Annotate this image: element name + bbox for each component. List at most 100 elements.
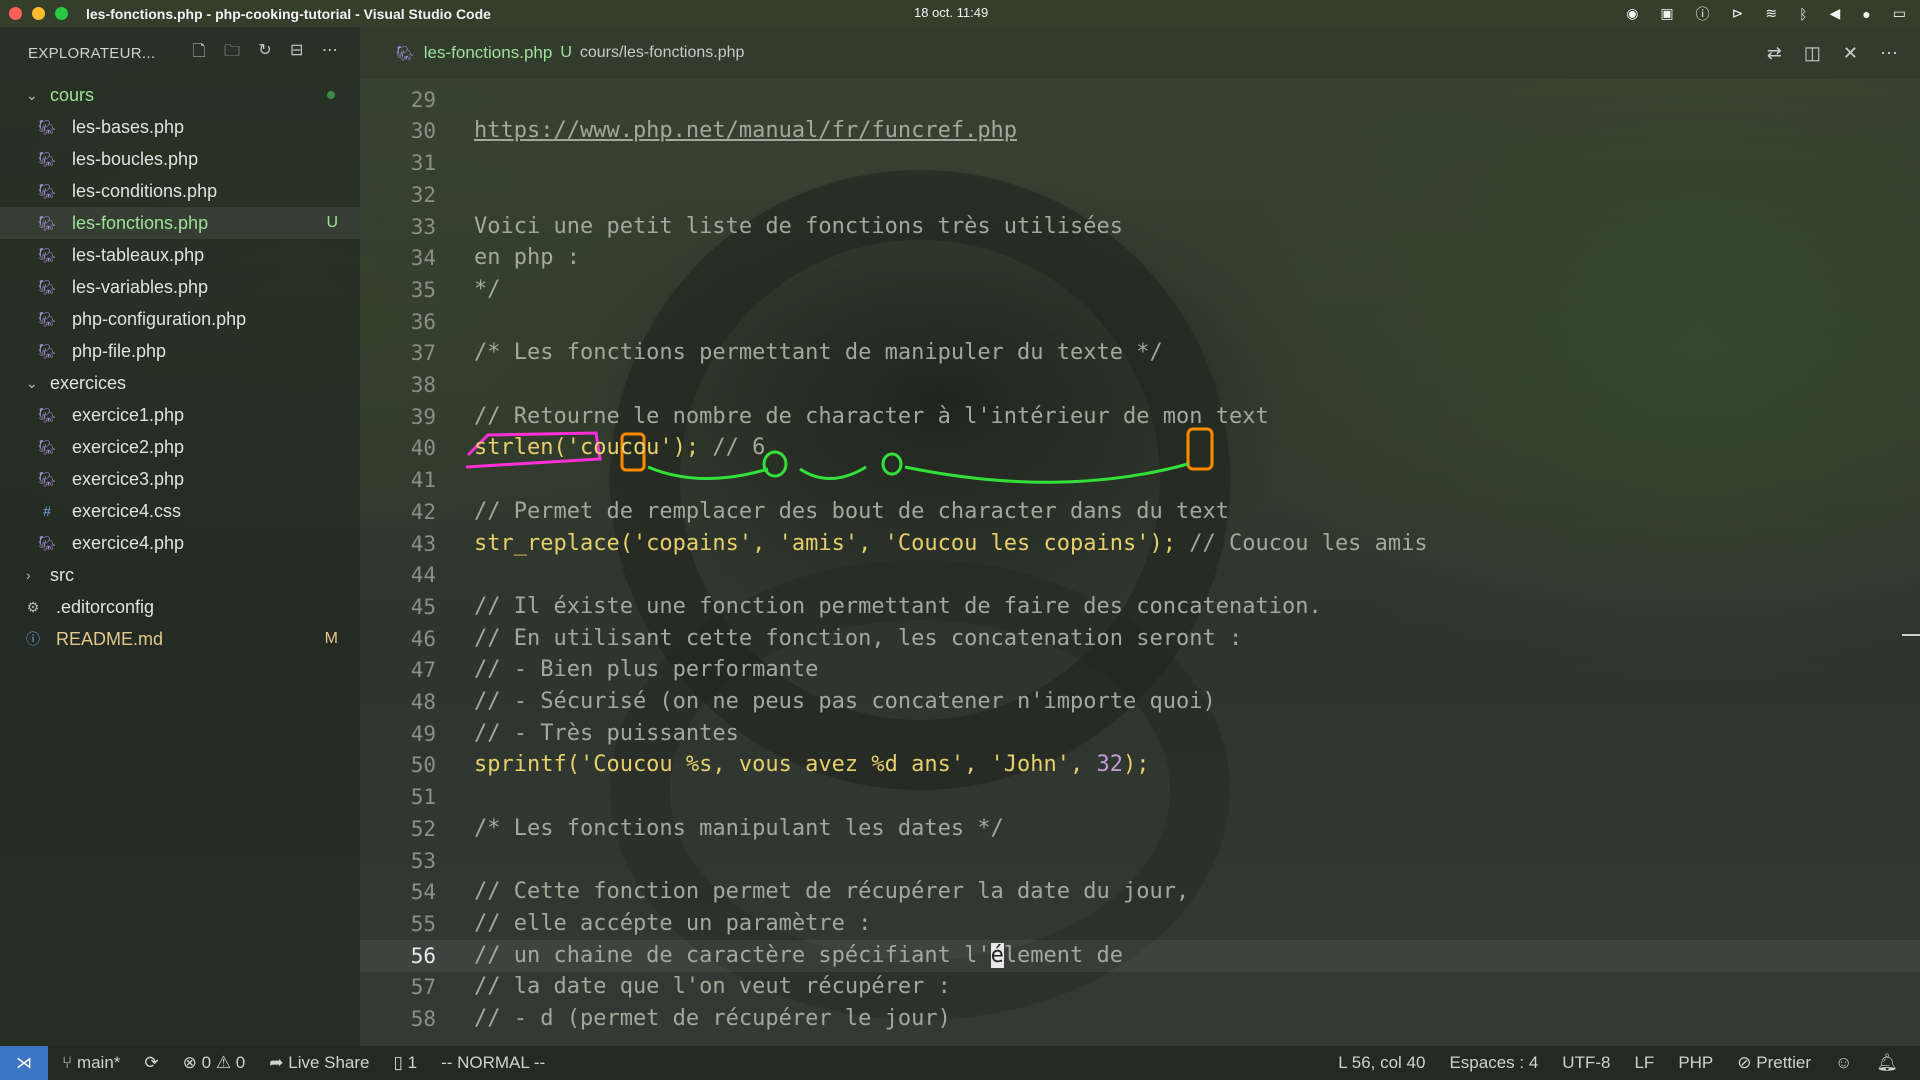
volume-icon[interactable]: ◀: [1830, 5, 1841, 22]
code-line[interactable]: 33 Voici une petit liste de fonctions trè…: [360, 211, 1920, 243]
file-exercice3[interactable]: 🐘︎ exercice3.php: [0, 463, 360, 495]
file-exercice4-php[interactable]: 🐘︎ exercice4.php: [0, 527, 360, 559]
code-line[interactable]: 58 // - d (permet de récupérer le jour): [360, 1003, 1920, 1035]
problems-indicator[interactable]: ⊗ 0 ⚠ 0: [183, 1053, 246, 1073]
code-line[interactable]: 38: [360, 369, 1920, 401]
wifi-icon[interactable]: ≋: [1765, 5, 1777, 22]
code-line[interactable]: 35 */: [360, 274, 1920, 306]
code-line[interactable]: 53: [360, 845, 1920, 877]
code-line[interactable]: 48 // - Sécurisé (on ne peus pas concaten…: [360, 686, 1920, 718]
code-line[interactable]: 34 en php :: [360, 242, 1920, 274]
new-file-icon[interactable]: 🗋: [193, 40, 206, 67]
css-file-icon: #: [43, 503, 51, 519]
code-line[interactable]: 36: [360, 306, 1920, 338]
code-line[interactable]: 45 // Il éxiste une fonction permettant d…: [360, 591, 1920, 623]
line-number: 56: [410, 943, 436, 968]
tab-les-fonctions[interactable]: 🐘︎ les-fonctions.php U cours/les-fonctio…: [360, 43, 744, 63]
more-actions-icon[interactable]: ⋯: [322, 40, 338, 67]
code-line[interactable]: 56 // un chaine de caractère spécifiant l…: [360, 939, 1920, 972]
open-files-indicator[interactable]: ▯ 1: [394, 1053, 418, 1073]
code-line[interactable]: 51: [360, 781, 1920, 813]
file-editorconfig[interactable]: ⚙ .editorconfig: [0, 591, 360, 623]
line-number: 43: [410, 531, 436, 556]
code-line[interactable]: 31: [360, 147, 1920, 179]
indentation[interactable]: Espaces : 4: [1449, 1053, 1538, 1073]
code-line[interactable]: 39 // Retourne le nombre de character à l…: [360, 401, 1920, 433]
zoom-window-button[interactable]: [55, 7, 68, 20]
line-code: str_replace('copains', 'amis', 'Coucou l…: [474, 528, 1428, 560]
close-icon[interactable]: ✕: [1843, 43, 1858, 64]
folder-exercices[interactable]: ⌄ exercices: [0, 367, 360, 399]
code-line[interactable]: 52 /* Les fonctions manipulant les dates …: [360, 813, 1920, 845]
file-label: exercice4.php: [72, 532, 185, 553]
code-line[interactable]: 32: [360, 179, 1920, 211]
file-label: .editorconfig: [56, 596, 155, 617]
language-mode[interactable]: PHP: [1678, 1053, 1713, 1073]
code-line[interactable]: 41: [360, 464, 1920, 496]
collapse-all-icon[interactable]: ⊟: [290, 40, 304, 67]
play-icon[interactable]: ⊳: [1732, 5, 1744, 22]
minimize-window-button[interactable]: [32, 7, 45, 20]
file-php-file[interactable]: 🐘︎ php-file.php: [0, 335, 360, 367]
file-les-bases[interactable]: 🐘︎ les-bases.php: [0, 111, 360, 143]
microphone-icon[interactable]: ●: [1862, 6, 1870, 22]
code-statement: str_replace('copains', 'amis', 'Coucou l…: [474, 530, 1176, 556]
code-line[interactable]: 57 // la date que l'on veut récupérer :: [360, 971, 1920, 1003]
new-folder-icon[interactable]: 🗀: [224, 40, 240, 67]
close-window-button[interactable]: [9, 7, 22, 20]
code-line[interactable]: 44: [360, 559, 1920, 591]
prettier-button[interactable]: ⊘ Prettier: [1737, 1053, 1811, 1073]
code-line[interactable]: 46 // En utilisant cette fonction, les co…: [360, 623, 1920, 655]
file-php-configuration[interactable]: 🐘︎ php-configuration.php: [0, 303, 360, 335]
file-les-variables[interactable]: 🐘︎ les-variables.php: [0, 271, 360, 303]
bluetooth-icon[interactable]: ᛒ: [1799, 6, 1807, 22]
file-les-boucles[interactable]: 🐘︎ les-boucles.php: [0, 143, 360, 175]
code-line[interactable]: 43 str_replace('copains', 'amis', 'Coucou…: [360, 528, 1920, 560]
code-line[interactable]: 47 // - Bien plus performante: [360, 654, 1920, 686]
split-editor-icon[interactable]: ◫: [1804, 43, 1821, 64]
menubar-clock[interactable]: 18 oct. 11:49: [914, 5, 988, 20]
file-label: les-fonctions.php: [72, 212, 209, 233]
code-line[interactable]: 49 // - Très puissantes: [360, 718, 1920, 750]
code-line[interactable]: 55 // elle accépte un paramètre :: [360, 908, 1920, 940]
compare-changes-icon[interactable]: ⇄: [1767, 43, 1782, 64]
code-line[interactable]: 29: [360, 84, 1920, 116]
feedback-icon[interactable]: ☺: [1835, 1053, 1852, 1073]
line-code: // Permet de remplacer des bout de chara…: [474, 496, 1229, 528]
cursor-position[interactable]: L 56, col 40: [1338, 1053, 1425, 1073]
code-editor[interactable]: 28sur le site de la documentation offici…: [360, 79, 1920, 1046]
file-label: exercice2.php: [72, 436, 185, 457]
more-actions-icon[interactable]: ⋯: [1880, 43, 1898, 64]
code-line[interactable]: 54 // Cette fonction permet de récupérer …: [360, 876, 1920, 908]
record-icon[interactable]: ◉: [1626, 5, 1638, 22]
folder-cours[interactable]: ⌄ cours: [0, 79, 360, 111]
file-les-conditions[interactable]: 🐘︎ les-conditions.php: [0, 175, 360, 207]
zoom-app-icon[interactable]: ▣: [1660, 5, 1673, 22]
live-share-button[interactable]: ➦ Live Share: [269, 1053, 369, 1073]
file-exercice2[interactable]: 🐘︎ exercice2.php: [0, 431, 360, 463]
remote-indicator-icon[interactable]: ⋊: [0, 1046, 48, 1080]
code-line[interactable]: 37 /* Les fonctions permettant de manipul…: [360, 337, 1920, 369]
battery-icon[interactable]: ▭: [1893, 5, 1906, 22]
sync-icon[interactable]: ⟳: [144, 1053, 158, 1073]
notifications-icon[interactable]: 🔔︎: [1876, 1053, 1898, 1073]
line-code: sprintf('Coucou %s, vous avez %d ans', '…: [474, 749, 1150, 781]
info-icon[interactable]: ⓘ: [1696, 4, 1710, 24]
file-les-tableaux[interactable]: 🐘︎ les-tableaux.php: [0, 239, 360, 271]
git-branch[interactable]: ⑂ main*: [62, 1053, 120, 1073]
file-exercice1[interactable]: 🐘︎ exercice1.php: [0, 399, 360, 431]
folder-src[interactable]: › src: [0, 559, 360, 591]
code-comment: // - Très puissantes: [474, 720, 739, 746]
code-line[interactable]: 30 https://www.php.net/manual/fr/funcref.…: [360, 115, 1920, 147]
warning-count: 0: [235, 1053, 246, 1072]
encoding[interactable]: UTF-8: [1562, 1053, 1610, 1073]
file-readme[interactable]: ⓘ README.md M: [0, 623, 360, 655]
branch-icon: ⑂: [62, 1053, 77, 1072]
code-line[interactable]: 42 // Permet de remplacer des bout de cha…: [360, 496, 1920, 528]
file-les-fonctions[interactable]: 🐘︎ les-fonctions.php U: [0, 207, 360, 239]
refresh-icon[interactable]: ↻: [258, 40, 272, 67]
line-ending[interactable]: LF: [1634, 1053, 1654, 1073]
code-line[interactable]: 50 sprintf('Coucou %s, vous avez %d ans',…: [360, 749, 1920, 781]
code-line[interactable]: 40 strlen('coucou'); // 6: [360, 432, 1920, 464]
file-exercice4-css[interactable]: # exercice4.css: [0, 495, 360, 527]
